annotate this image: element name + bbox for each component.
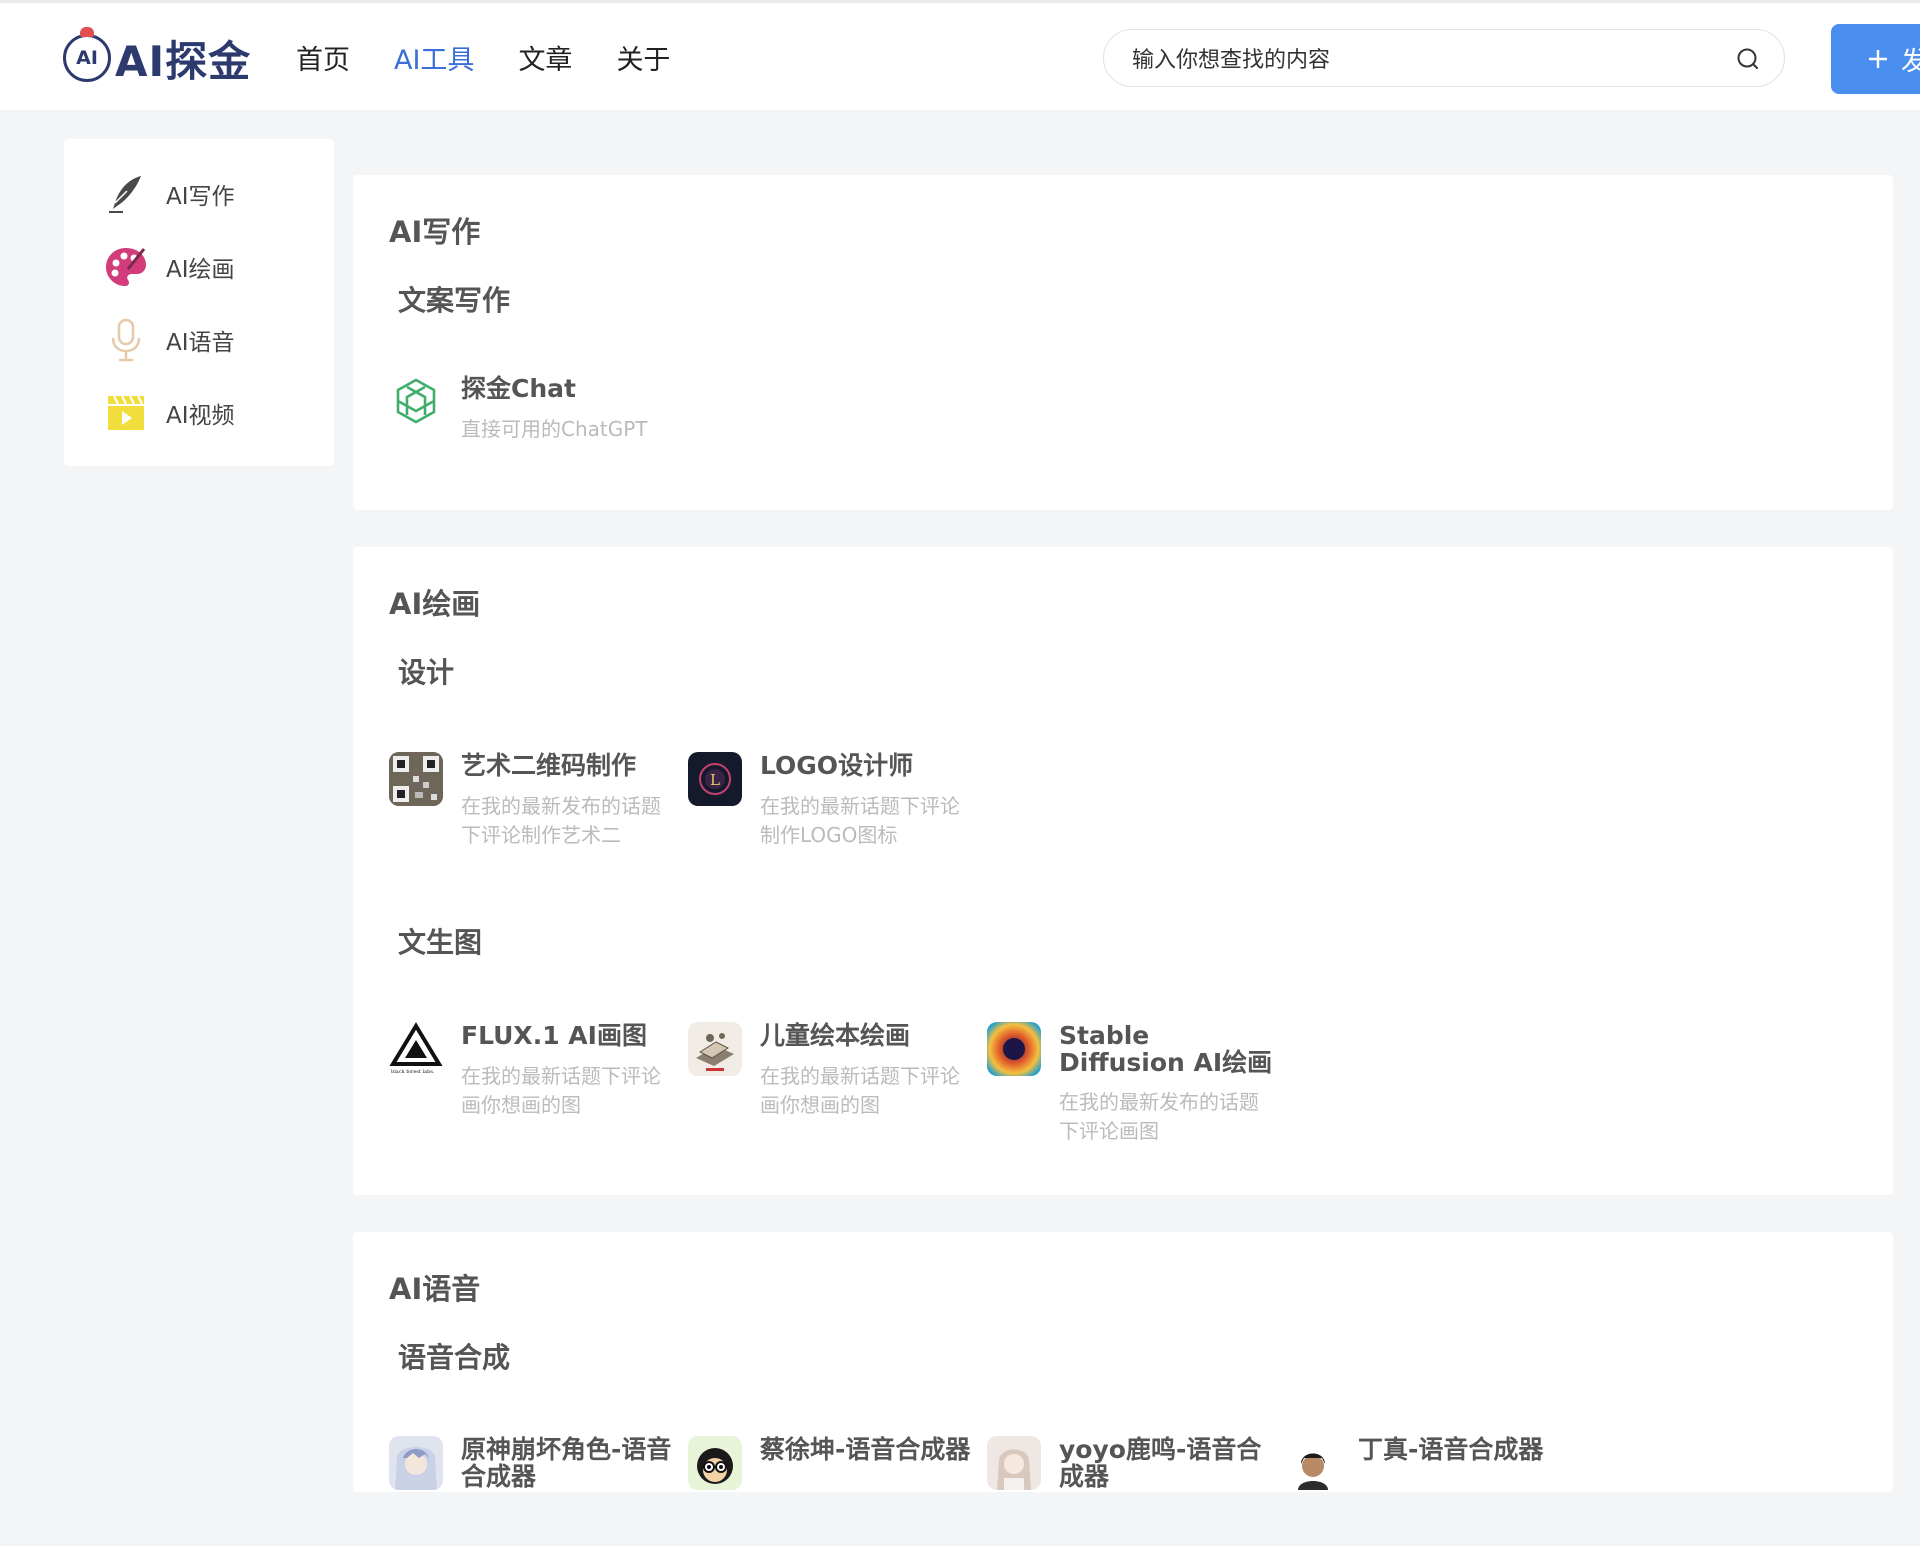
top-header: AI AI探金 首页 AI工具 文章 关于 发 [0,0,1920,110]
palette-icon [104,245,148,289]
tool-desc: 在我的最新发布的话题下评论画图 [1059,1090,1259,1143]
openai-logo-icon [389,375,443,429]
tool-card-genshin-voice[interactable]: 原神崩坏角色-语音合成器 [389,1436,679,1546]
sidebar-item-ai-voice[interactable]: AI语音 [104,317,235,363]
tool-name: 儿童绘本绘画 [760,1021,911,1050]
publish-label: 发 [1901,46,1920,77]
tool-card-flux-ai[interactable]: black forest labs. FLUX.1 AI画图 在我的最新话题下评… [389,1022,679,1132]
tool-card-stable-diffusion[interactable]: Stable Diffusion AI绘画 在我的最新发布的话题下评论画图 [987,1022,1277,1152]
section-ai-writing: AI写作 文案写作 探金Chat 直接可用的ChatGPT [353,175,1893,510]
tool-name: 艺术二维码制作 [461,751,637,780]
main-nav: 首页 AI工具 文章 关于 [296,38,714,77]
tool-card-yoyo-voice[interactable]: yoyo鹿鸣-语音合成器 [987,1436,1277,1546]
tool-name: LOGO设计师 [760,751,914,780]
tool-desc: 在我的最新话题下评论画你想画的图 [461,1064,661,1117]
category-sidebar: AI写作 AI绘画 AI语音 AI视频 [64,139,334,466]
search-icon[interactable] [1736,47,1760,71]
sidebar-item-label: AI语音 [166,330,235,356]
tool-name: 丁真-语音合成器 [1358,1435,1544,1464]
tool-name: 探金Chat [461,374,576,403]
boy-avatar-icon [1286,1436,1340,1490]
tool-desc: 在我的最新话题下评论画你想画的图 [760,1064,960,1117]
nav-ai-tools[interactable]: AI工具 [394,38,474,77]
girl-avatar-icon [987,1436,1041,1490]
video-clapper-icon [104,391,148,435]
microphone-icon [104,318,148,362]
nav-articles[interactable]: 文章 [518,38,572,77]
qr-code-icon [389,752,443,806]
group-title: 设计 [398,656,455,689]
logo-bag-icon: AI [63,27,111,82]
section-title: AI写作 [389,215,481,249]
tool-name: 蔡徐坤-语音合成器 [760,1435,971,1464]
logo-text: AI探金 [115,36,252,86]
icon-caption: black forest labs. [391,1069,435,1075]
tool-card-tanjin-chat[interactable]: 探金Chat 直接可用的ChatGPT [389,375,679,485]
tool-desc: 在我的最新发布的话题下评论制作艺术二 [461,794,661,847]
nav-about[interactable]: 关于 [616,38,670,77]
tool-name: 原神崩坏角色-语音合成器 [461,1435,672,1491]
group-title: 文生图 [398,926,483,959]
tool-card-caixukun-voice[interactable]: 蔡徐坤-语音合成器 [688,1436,978,1546]
browser-edge [0,0,1920,3]
tool-desc: 直接可用的ChatGPT [461,417,648,441]
sidebar-item-ai-painting[interactable]: AI绘画 [104,244,235,290]
section-ai-painting: AI绘画 设计 艺术二维码制作 在我的最新发布的话题下评论制作艺术二 L LOG… [353,547,1893,1195]
site-logo[interactable]: AI AI探金 [63,27,251,86]
anime-avatar-icon [389,1436,443,1490]
group-title: 文案写作 [398,284,511,317]
quill-icon [104,172,148,216]
group-title: 语音合成 [398,1341,511,1374]
black-forest-labs-icon: black forest labs. [389,1022,443,1076]
svg-text:L: L [710,771,720,789]
section-ai-voice: AI语音 语音合成 原神崩坏角色-语音合成器 蔡徐坤-语音合成器 yoyo鹿鸣-… [353,1232,1893,1492]
tool-name: Stable Diffusion AI绘画 [1059,1021,1273,1077]
tool-card-art-qr-code[interactable]: 艺术二维码制作 在我的最新发布的话题下评论制作艺术二 [389,752,679,862]
publish-button[interactable]: 发 [1831,24,1920,94]
sidebar-item-label: AI视频 [166,403,235,429]
search-box [1103,29,1785,87]
sidebar-item-label: AI绘画 [166,257,235,283]
logo-badge: AI [76,47,98,69]
tool-card-logo-designer[interactable]: L LOGO设计师 在我的最新话题下评论制作LOGO图标 [688,752,978,862]
search-input[interactable] [1130,42,1694,78]
plus-icon [1869,50,1887,68]
logo-designer-icon: L [688,752,742,806]
tool-card-picture-book[interactable]: 儿童绘本绘画 在我的最新话题下评论画你想画的图 [688,1022,978,1132]
sidebar-item-ai-video[interactable]: AI视频 [104,390,235,436]
tool-desc: 在我的最新话题下评论制作LOGO图标 [760,794,960,847]
section-title: AI绘画 [389,587,481,621]
nav-home[interactable]: 首页 [296,38,350,77]
sidebar-item-label: AI写作 [166,184,235,210]
tool-card-dingzhen-voice[interactable]: 丁真-语音合成器 [1286,1436,1576,1546]
stable-diffusion-icon [987,1022,1041,1076]
sidebar-item-ai-writing[interactable]: AI写作 [104,171,235,217]
tool-name: yoyo鹿鸣-语音合成器 [1059,1435,1262,1491]
cartoon-avatar-icon [688,1436,742,1490]
section-title: AI语音 [389,1272,481,1306]
tool-name: FLUX.1 AI画图 [461,1021,647,1050]
picture-book-icon [688,1022,742,1076]
